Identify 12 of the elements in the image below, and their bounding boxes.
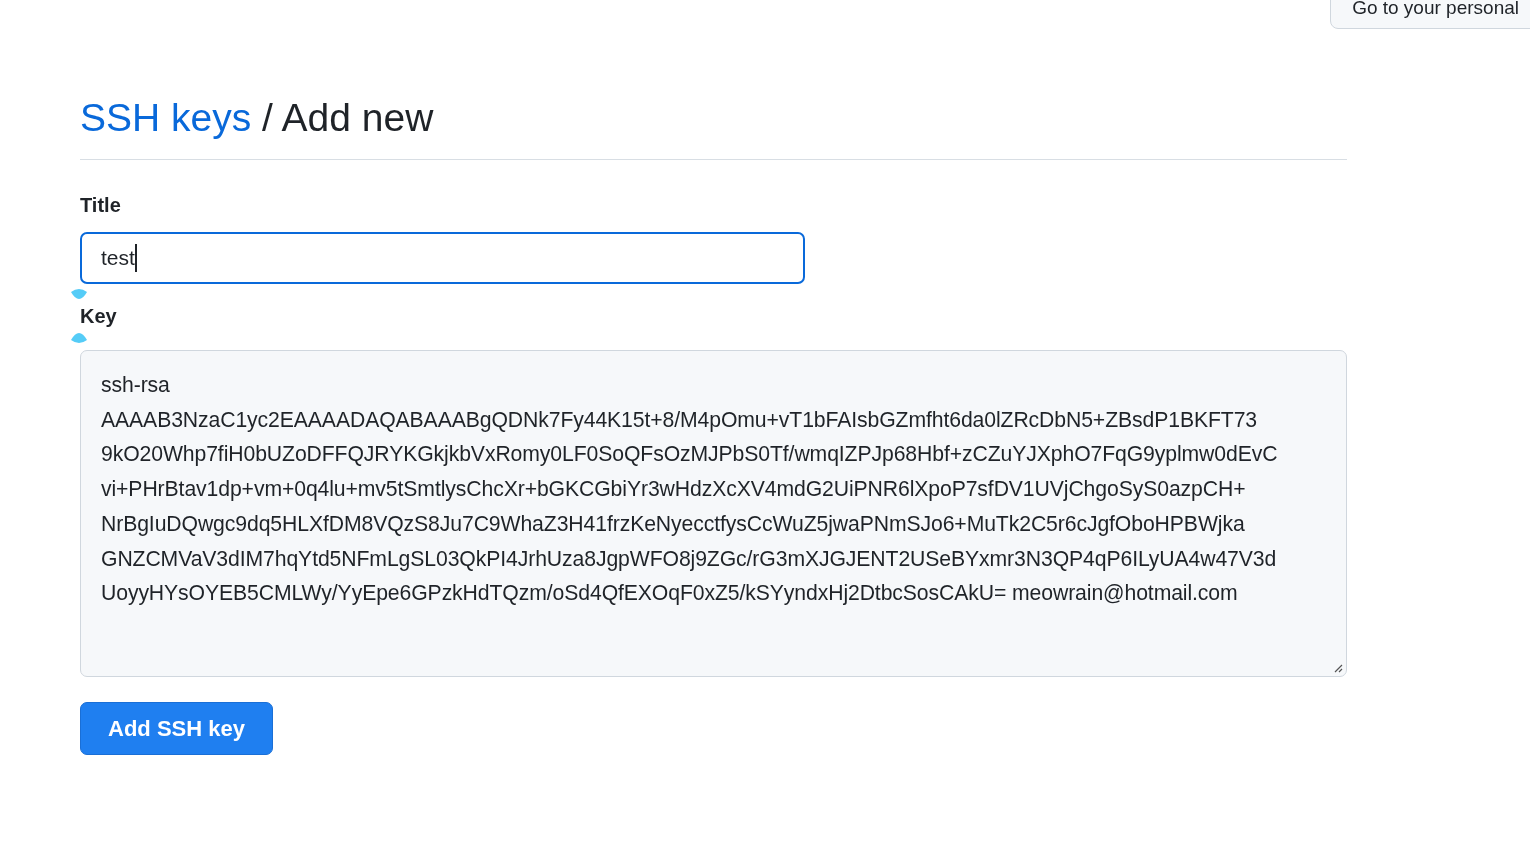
- add-key-button[interactable]: Add SSH key: [80, 702, 273, 755]
- breadcrumb-link[interactable]: SSH keys: [80, 96, 252, 139]
- personal-link[interactable]: Go to your personal: [1330, 0, 1530, 29]
- field-label: Key: [80, 304, 118, 328]
- selection-handle-icon[interactable]: [70, 288, 88, 300]
- breadcrumb-separator: /: [262, 96, 273, 139]
- resize-grip-icon[interactable]: [1333, 663, 1343, 673]
- selection-handle-icon[interactable]: [70, 332, 88, 344]
- title-field[interactable]: test: [80, 232, 805, 284]
- field-label: Title: [80, 193, 122, 217]
- page-title: Add new: [281, 96, 434, 139]
- key-field[interactable]: ssh-rsa AAAAB3NzaC1yc2EAAAADAQABAAABgQDNk7Fy44K15t+8/M4pOmu+vT1bFAIsbGZmfht6da0lZRcDbN5+ZBsdP1BKFT73 9kO20Whp7fiH0bUZoDFFQJRYKGkjkbVxRomy0LF0SoQFsOzMJPbS0Tf/wmqIZPJp68Hbf+zCZuYJXphO7FqG9yplmw0dEvC vi+PHrBtav1dp+vm+0q4lu+mv5tSmtlysChcXr+bGKCGbiYr3wHdzXcXV4mdG2UiPNR6lXpoP7sfDV1UVjChgoSyS0azpCH+ NrBgIuDQwgc9dq5HLXfDM8VQzS8Ju7C9WhaZ3H41frzKeNyecctfysCcWuZ5jwaPNmSJo6+MuTk2C5r6cJgfOboHPBWjka GNZCMVaV3dIM7hqYtd5NFmLgSL03QkPI4JrhUza8JgpWFO8j9ZGc/rG3mXJGJENT2USeBYxmr3N3QP4qP6ILyUA4w47V3d UoyyHYsOYEB5CMLWy/YyEpe6GPzkHdTQzm/oSd4QfEXOqF0xZ5/kSYyndxHj2DtbcSosCAkU= meowrain@hotmail.com: [80, 350, 1347, 677]
